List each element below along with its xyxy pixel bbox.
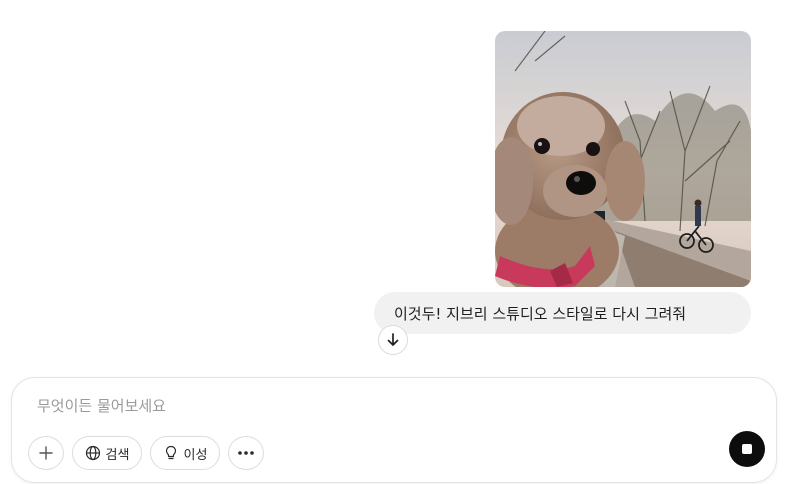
- scroll-to-bottom-button[interactable]: [378, 325, 408, 355]
- stop-generating-button[interactable]: [729, 431, 765, 467]
- user-message-text: 이것두! 지브리 스튜디오 스타일로 다시 그려줘: [394, 304, 687, 323]
- search-button-label: 검색: [105, 447, 130, 463]
- reason-button[interactable]: 이성: [150, 436, 220, 470]
- plus-icon: [39, 446, 53, 460]
- dog-photo: [495, 31, 751, 287]
- prompt-input[interactable]: [37, 395, 737, 417]
- attach-button[interactable]: [28, 436, 64, 470]
- more-tools-button[interactable]: [228, 436, 264, 470]
- composer: 검색 이성: [11, 377, 777, 483]
- globe-icon: [85, 445, 101, 461]
- reason-button-label: 이성: [183, 447, 208, 463]
- stop-icon: [742, 444, 752, 454]
- more-icon: [238, 451, 254, 455]
- user-message: 이것두! 지브리 스튜디오 스타일로 다시 그려줘: [374, 292, 751, 334]
- uploaded-image[interactable]: [495, 31, 751, 287]
- lightbulb-icon: [163, 445, 179, 461]
- chat-page: 이것두! 지브리 스튜디오 스타일로 다시 그려줘 검색: [0, 0, 786, 484]
- arrow-down-icon: [387, 333, 399, 346]
- search-button[interactable]: 검색: [72, 436, 142, 470]
